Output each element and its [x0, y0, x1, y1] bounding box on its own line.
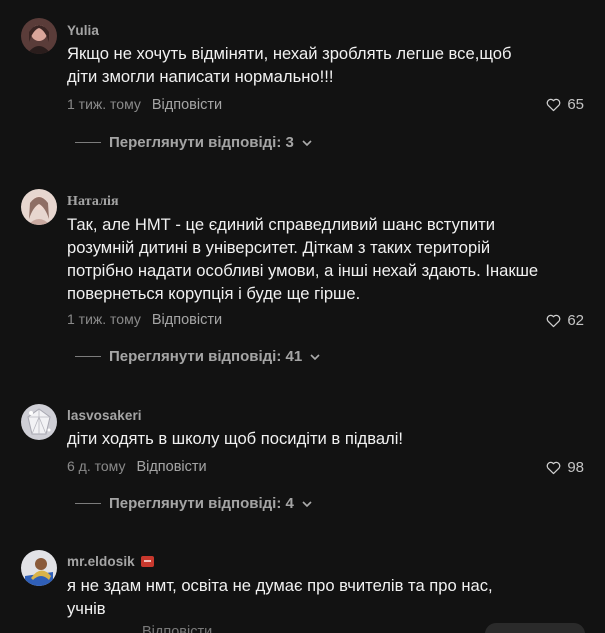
comments-list: Yulia Якщо не хочуть відміняти, нехай зр…: [0, 0, 605, 633]
comment-meta: 1 тиж. тому Відповісти: [67, 311, 222, 328]
comment-text: Якщо не хочуть відміняти, нехай зроблять…: [67, 44, 512, 86]
comment-meta: 1 тиж. тому Відповісти: [67, 96, 222, 113]
reply-button[interactable]: Відповісти: [152, 312, 222, 328]
comment-text: діти ходять в школу щоб посидіти в підва…: [67, 429, 404, 448]
comment-time: 6 д. тому: [67, 458, 126, 474]
divider-line: [75, 142, 101, 143]
floating-overlay: [485, 623, 585, 633]
reply-button[interactable]: Відповісти: [136, 459, 206, 475]
heart-icon: [546, 98, 561, 112]
comment-text: Так, але НМТ - це єдиний справедливий ша…: [67, 215, 539, 303]
like-count: 98: [567, 459, 584, 476]
reply-button[interactable]: Відповісти: [152, 97, 222, 113]
chevron-down-icon: [302, 500, 312, 507]
heart-icon: [546, 461, 561, 475]
like-button[interactable]: 98: [545, 459, 584, 476]
like-count: 65: [567, 96, 584, 113]
avatar[interactable]: [21, 404, 57, 440]
like-button[interactable]: 65: [545, 96, 584, 113]
comment-username-text: mr.eldosik: [67, 554, 135, 569]
view-replies-label: Переглянути відповіді: 4: [109, 495, 294, 512]
avatar[interactable]: [21, 550, 57, 586]
view-replies-button[interactable]: Переглянути відповіді: 4: [75, 495, 313, 512]
heart-icon: [546, 314, 561, 328]
comment-text: я не здам нмт, освіта не думає про вчите…: [67, 576, 493, 618]
comment-username[interactable]: Наталія: [67, 194, 119, 210]
comment-username[interactable]: mr.eldosik: [67, 554, 154, 569]
divider-line: [75, 356, 101, 357]
view-replies-label: Переглянути відповіді: 3: [109, 134, 294, 151]
comment-meta: Відповісти: [67, 624, 212, 633]
comment-username[interactable]: lasvosakeri: [67, 408, 142, 423]
sos-badge-icon: [140, 556, 154, 567]
view-replies-button[interactable]: Переглянути відповіді: 3: [75, 134, 313, 151]
like-button[interactable]: 62: [545, 312, 584, 329]
comment-meta: 6 д. тому Відповісти: [67, 458, 207, 475]
chevron-down-icon: [310, 353, 320, 360]
like-count: 62: [567, 312, 584, 329]
avatar[interactable]: [21, 189, 57, 225]
divider-line: [75, 503, 101, 504]
view-replies-button[interactable]: Переглянути відповіді: 41: [75, 348, 321, 365]
view-replies-label: Переглянути відповіді: 41: [109, 348, 303, 365]
comment-time: 1 тиж. тому: [67, 311, 141, 327]
comment-username[interactable]: Yulia: [67, 23, 99, 38]
avatar[interactable]: [21, 18, 57, 54]
reply-button[interactable]: Відповісти: [142, 624, 212, 633]
chevron-down-icon: [302, 139, 312, 146]
comment-time: 1 тиж. тому: [67, 96, 141, 112]
